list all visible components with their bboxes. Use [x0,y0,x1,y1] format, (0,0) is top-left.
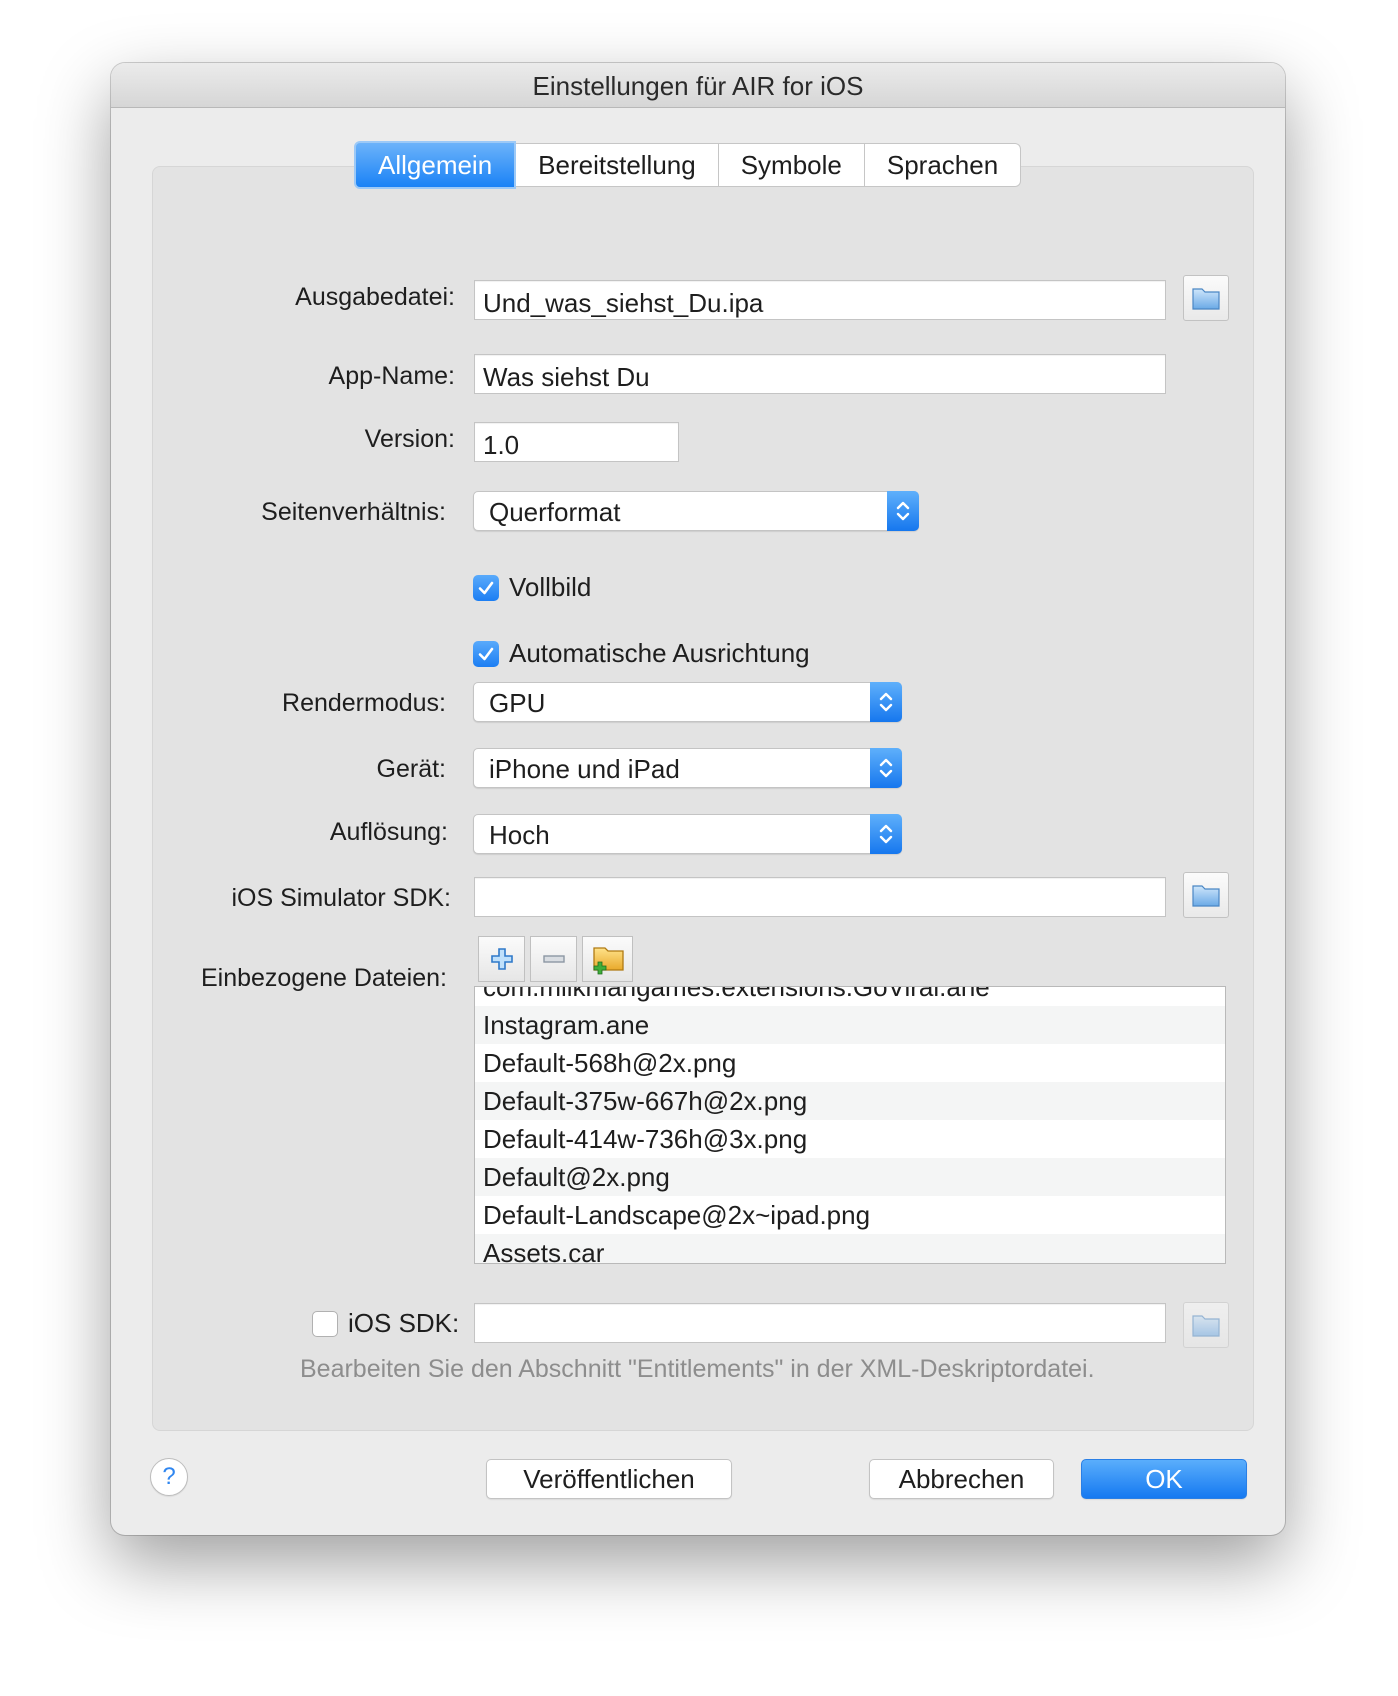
folder-icon [1192,885,1220,907]
ios-sdk-checkbox[interactable] [312,1310,338,1337]
tab-bar: Allgemein Bereitstellung Symbole Sprache… [354,141,1022,189]
output-file-browse-button[interactable] [1183,275,1229,321]
fullscreen-checkbox-row[interactable]: Vollbild [473,572,591,603]
included-files-list[interactable]: com.milkmangames.extensions.GoViral.ane … [474,986,1226,1264]
output-file-label: Ausgabedatei: [295,283,455,311]
list-item[interactable]: Default-375w-667h@2x.png [475,1082,1225,1120]
checkmark-icon [478,647,494,660]
list-item[interactable]: Assets.car [475,1234,1225,1263]
ios-sdk-label: iOS SDK: [348,1308,460,1338]
output-file-field[interactable]: Und_was_siehst_Du.ipa [474,280,1166,320]
folder-icon [1192,1315,1220,1337]
checkmark-icon [478,581,494,594]
version-field[interactable]: 1.0 [474,422,679,462]
device-value: iPhone und iPad [489,754,680,784]
chevron-up-down-icon [887,491,919,531]
device-select[interactable]: iPhone und iPad [473,748,902,788]
render-mode-label: Rendermodus: [282,689,446,717]
add-folder-button[interactable] [582,936,633,982]
auto-orientation-checkbox-row[interactable]: Automatische Ausrichtung [473,638,810,669]
resolution-select[interactable]: Hoch [473,814,902,854]
aspect-ratio-label: Seitenverhältnis: [261,498,446,526]
fullscreen-checkbox[interactable] [473,574,499,601]
publish-button[interactable]: Veröffentlichen [486,1459,732,1499]
chevron-up-down-icon [870,814,902,854]
add-file-button[interactable] [478,936,525,982]
chevron-up-down-icon [870,748,902,788]
included-files-label: Einbezogene Dateien: [200,964,447,992]
aspect-ratio-select[interactable]: Querformat [473,491,919,531]
device-label: Gerät: [376,755,446,783]
resolution-label: Auflösung: [329,818,448,846]
list-item[interactable]: com.milkmangames.extensions.GoViral.ane [475,987,1225,1006]
ios-simulator-sdk-browse-button[interactable] [1183,872,1229,918]
ios-simulator-sdk-label: iOS Simulator SDK: [231,884,451,912]
cancel-button[interactable]: Abbrechen [869,1459,1054,1499]
remove-file-button[interactable] [530,936,577,982]
app-name-label: App-Name: [328,362,455,390]
resolution-value: Hoch [489,820,550,850]
chevron-up-down-icon [870,682,902,722]
tab-sprachen[interactable]: Sprachen [864,143,1022,187]
entitlements-hint: Bearbeiten Sie den Abschnitt "Entitlemen… [300,1355,1095,1383]
tab-bereitstellung[interactable]: Bereitstellung [516,143,719,187]
render-mode-select[interactable]: GPU [473,682,902,722]
plus-icon [490,948,513,970]
help-button[interactable]: ? [150,1458,188,1496]
version-label: Version: [364,425,455,453]
auto-orientation-checkbox[interactable] [473,640,499,667]
ios-sdk-checkbox-row[interactable]: iOS SDK: [312,1308,459,1339]
ios-simulator-sdk-field[interactable] [474,877,1166,917]
tab-symbole[interactable]: Symbole [718,143,865,187]
list-item[interactable]: Instagram.ane [475,1006,1225,1044]
ok-button[interactable]: OK [1081,1459,1247,1499]
auto-orientation-label: Automatische Ausrichtung [509,638,810,668]
list-item[interactable]: Default@2x.png [475,1158,1225,1196]
list-item[interactable]: Default-568h@2x.png [475,1044,1225,1082]
aspect-ratio-value: Querformat [489,497,621,527]
ios-sdk-field[interactable] [474,1303,1166,1343]
list-item[interactable]: Default-414w-736h@3x.png [475,1120,1225,1158]
folder-icon [1192,288,1220,310]
ios-sdk-browse-button[interactable] [1183,1302,1229,1348]
fullscreen-label: Vollbild [509,572,592,602]
render-mode-value: GPU [489,688,546,718]
list-item[interactable]: Default-Landscape@2x~ipad.png [475,1196,1225,1234]
minus-icon [542,955,565,963]
tab-allgemein[interactable]: Allgemein [354,141,517,189]
window-title: Einstellungen für AIR for iOS [111,63,1285,108]
add-folder-icon [592,947,624,975]
app-name-field[interactable]: Was siehst Du [474,354,1166,394]
